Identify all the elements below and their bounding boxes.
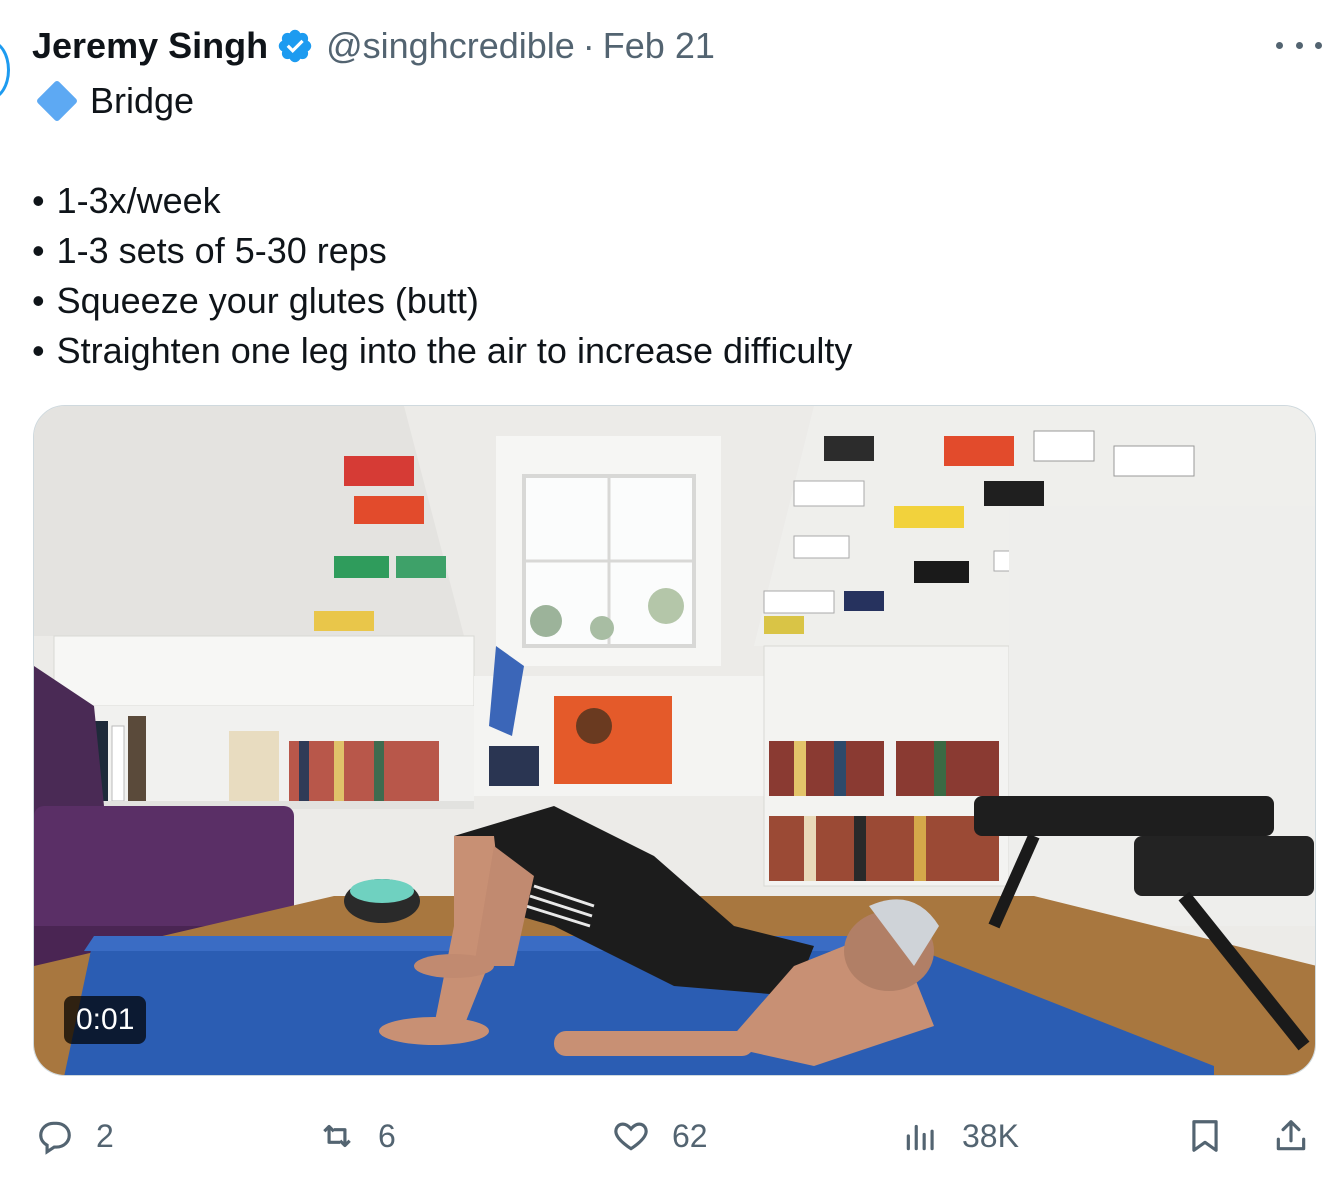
views-button[interactable]: 38K <box>902 1108 1019 1164</box>
reply-icon <box>39 1121 71 1155</box>
reply-button[interactable]: 2 <box>36 1108 114 1164</box>
like-icon <box>614 1122 648 1151</box>
tweet-text: Bridge 1-3x/week 1-3 sets of 5-30 reps S… <box>32 76 852 376</box>
bullet-item: Straighten one leg into the air to incre… <box>32 326 853 376</box>
author-name[interactable]: Jeremy Singh <box>32 25 268 67</box>
views-count: 38K <box>962 1117 1019 1154</box>
tweet: Jeremy Singh @singhcredible · Feb 21 Bri… <box>0 0 1344 1182</box>
tweet-header: Jeremy Singh @singhcredible · Feb 21 <box>32 22 715 70</box>
repost-icon <box>323 1124 351 1148</box>
post-date[interactable]: Feb 21 <box>603 25 715 67</box>
bullet-item: Squeeze your glutes (butt) <box>32 276 852 326</box>
post-title-line: Bridge <box>32 76 852 126</box>
video-timestamp: 0:01 <box>64 996 147 1044</box>
post-title: Bridge <box>90 80 195 121</box>
separator-dot: · <box>582 25 595 66</box>
video-player[interactable] <box>33 405 1316 1076</box>
bookmark-icon <box>1192 1120 1218 1152</box>
repost-button[interactable]: 6 <box>318 1108 396 1164</box>
diamond-icon <box>35 79 79 123</box>
bullet-item: 1-3 sets of 5-30 reps <box>32 226 852 276</box>
reply-count: 2 <box>96 1117 114 1154</box>
bookmark-button[interactable] <box>1186 1108 1224 1164</box>
video-frame <box>34 406 1315 1075</box>
more-options-icon[interactable] <box>1276 30 1322 60</box>
repost-count: 6 <box>378 1117 396 1154</box>
like-count: 62 <box>672 1117 708 1154</box>
share-button[interactable] <box>1272 1108 1310 1164</box>
bullet-item: 1-3x/week <box>32 176 852 226</box>
views-icon <box>906 1124 934 1151</box>
share-icon <box>1276 1120 1306 1151</box>
verified-badge-icon[interactable] <box>276 27 314 65</box>
author-handle[interactable]: @singhcredible <box>326 25 575 67</box>
avatar[interactable] <box>0 40 10 100</box>
like-button[interactable]: 62 <box>612 1108 708 1164</box>
action-bar: 2 6 62 38K <box>0 1108 1344 1164</box>
